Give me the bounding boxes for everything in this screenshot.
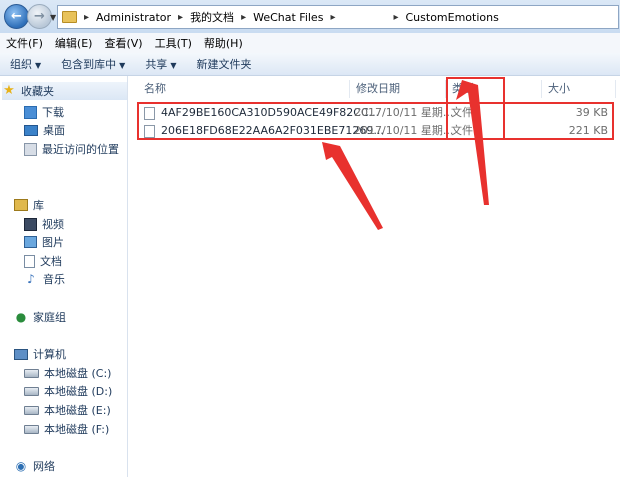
sidebar-item-label: 本地磁盘 (C:) (44, 367, 112, 380)
sidebar-item-documents[interactable]: 文档 (24, 252, 62, 270)
chevron-down-icon: ▼ (119, 61, 126, 70)
sidebar-item-label: 网络 (33, 460, 55, 473)
share-button[interactable]: 共享 ▼ (135, 56, 186, 72)
column-header-size[interactable]: 大小 (542, 80, 616, 98)
sidebar-item-favorites[interactable]: ★ 收藏夹 (2, 82, 127, 100)
sidebar-item-music[interactable]: ♪ 音乐 (24, 270, 65, 288)
sidebar-item-label: 计算机 (33, 348, 66, 361)
sidebar-item-label: 文档 (40, 255, 62, 268)
sidebar-item-label: 家庭组 (33, 311, 66, 324)
chevron-right-icon[interactable]: ▸ (81, 12, 92, 23)
back-button[interactable]: ← (4, 4, 29, 29)
sidebar-item-desktop[interactable]: 桌面 (24, 121, 65, 139)
hard-drive-icon (24, 405, 39, 415)
navigation-pane[interactable]: ★ 收藏夹 下载 桌面 最近访问的位置 库 视频 图片 文档 ♪ 音乐 ● 家庭… (0, 76, 128, 477)
sidebar-item-libraries[interactable]: 库 (14, 196, 44, 214)
history-dropdown-icon[interactable]: ▼ (50, 13, 56, 22)
video-icon (24, 217, 37, 231)
sidebar-item-homegroup[interactable]: ● 家庭组 (14, 308, 66, 326)
organize-label: 组织 (10, 58, 32, 71)
menu-tools[interactable]: 工具(T) (149, 35, 198, 51)
sidebar-item-label: 最近访问的位置 (42, 143, 119, 156)
command-toolbar: 组织 ▼ 包含到库中 ▼ 共享 ▼ 新建文件夹 (0, 53, 620, 76)
sidebar-item-label: 本地磁盘 (E:) (44, 404, 111, 417)
address-bar: ← → ▼ ▸ Administrator ▸ 我的文档 ▸ WeChat Fi… (0, 0, 620, 34)
music-icon: ♪ (27, 272, 35, 286)
document-icon (24, 254, 35, 268)
sidebar-item-label: 视频 (42, 218, 64, 231)
chevron-right-icon[interactable]: ▸ (327, 12, 338, 23)
forward-button[interactable]: → (27, 4, 52, 29)
chevron-right-icon[interactable]: ▸ (175, 12, 186, 23)
include-library-button[interactable]: 包含到库中 ▼ (51, 56, 135, 72)
breadcrumb-wechat-files[interactable]: WeChat Files (249, 11, 327, 24)
sidebar-item-drive-d[interactable]: 本地磁盘 (D:) (24, 382, 112, 400)
computer-icon (14, 348, 28, 360)
organize-button[interactable]: 组织 ▼ (0, 56, 51, 72)
breadcrumb[interactable]: ▸ Administrator ▸ 我的文档 ▸ WeChat Files ▸ … (57, 5, 619, 29)
network-icon: ◉ (15, 459, 27, 473)
sidebar-item-drive-e[interactable]: 本地磁盘 (E:) (24, 401, 111, 419)
sidebar-item-network[interactable]: ◉ 网络 (14, 457, 55, 475)
breadcrumb-customemotions[interactable]: CustomEmotions (402, 11, 503, 24)
chevron-right-icon[interactable]: ▸ (238, 12, 249, 23)
recent-places-icon (24, 142, 37, 156)
sidebar-item-computer[interactable]: 计算机 (14, 345, 66, 363)
desktop-icon (24, 124, 38, 136)
sidebar-item-label: 库 (33, 199, 44, 212)
menu-file[interactable]: 文件(F) (0, 35, 49, 51)
include-library-label: 包含到库中 (61, 58, 117, 71)
sidebar-item-drive-c[interactable]: 本地磁盘 (C:) (24, 364, 111, 382)
column-header-name[interactable]: 名称 (138, 80, 350, 98)
library-icon (14, 199, 28, 211)
menu-bar: 文件(F) 编辑(E) 查看(V) 工具(T) 帮助(H) (0, 33, 620, 53)
sidebar-item-label: 音乐 (43, 273, 65, 286)
sidebar-item-label: 收藏夹 (21, 85, 54, 98)
hard-drive-icon (24, 424, 39, 434)
chevron-right-icon[interactable]: ▸ (390, 12, 401, 23)
chevron-down-icon: ▼ (170, 61, 177, 70)
type-column-highlight-box (446, 77, 505, 140)
folder-icon (62, 11, 77, 23)
star-icon: ★ (3, 83, 15, 98)
new-folder-button[interactable]: 新建文件夹 (186, 56, 261, 72)
hard-drive-icon (24, 386, 39, 396)
chevron-down-icon: ▼ (35, 61, 42, 70)
picture-icon (24, 236, 37, 248)
sidebar-item-label: 桌面 (43, 124, 65, 137)
sidebar-item-videos[interactable]: 视频 (24, 215, 64, 233)
sidebar-item-label: 图片 (42, 236, 64, 249)
sidebar-item-pictures[interactable]: 图片 (24, 233, 64, 251)
sidebar-item-label: 本地磁盘 (F:) (44, 423, 110, 436)
menu-help[interactable]: 帮助(H) (198, 35, 249, 51)
share-label: 共享 (145, 58, 168, 71)
sidebar-item-downloads[interactable]: 下载 (24, 103, 64, 121)
sidebar-item-drive-f[interactable]: 本地磁盘 (F:) (24, 420, 109, 438)
breadcrumb-my-documents[interactable]: 我的文档 (186, 9, 238, 25)
files-highlight-box (137, 102, 614, 140)
sidebar-item-label: 下载 (42, 106, 64, 119)
homegroup-icon: ● (15, 310, 27, 324)
menu-edit[interactable]: 编辑(E) (49, 35, 99, 51)
sidebar-item-label: 本地磁盘 (D:) (44, 385, 113, 398)
breadcrumb-administrator[interactable]: Administrator (92, 11, 175, 24)
column-header-date[interactable]: 修改日期 (350, 80, 446, 98)
menu-view[interactable]: 查看(V) (98, 35, 148, 51)
download-folder-icon (24, 105, 37, 119)
hard-drive-icon (24, 368, 39, 378)
sidebar-item-recent-places[interactable]: 最近访问的位置 (24, 140, 119, 158)
